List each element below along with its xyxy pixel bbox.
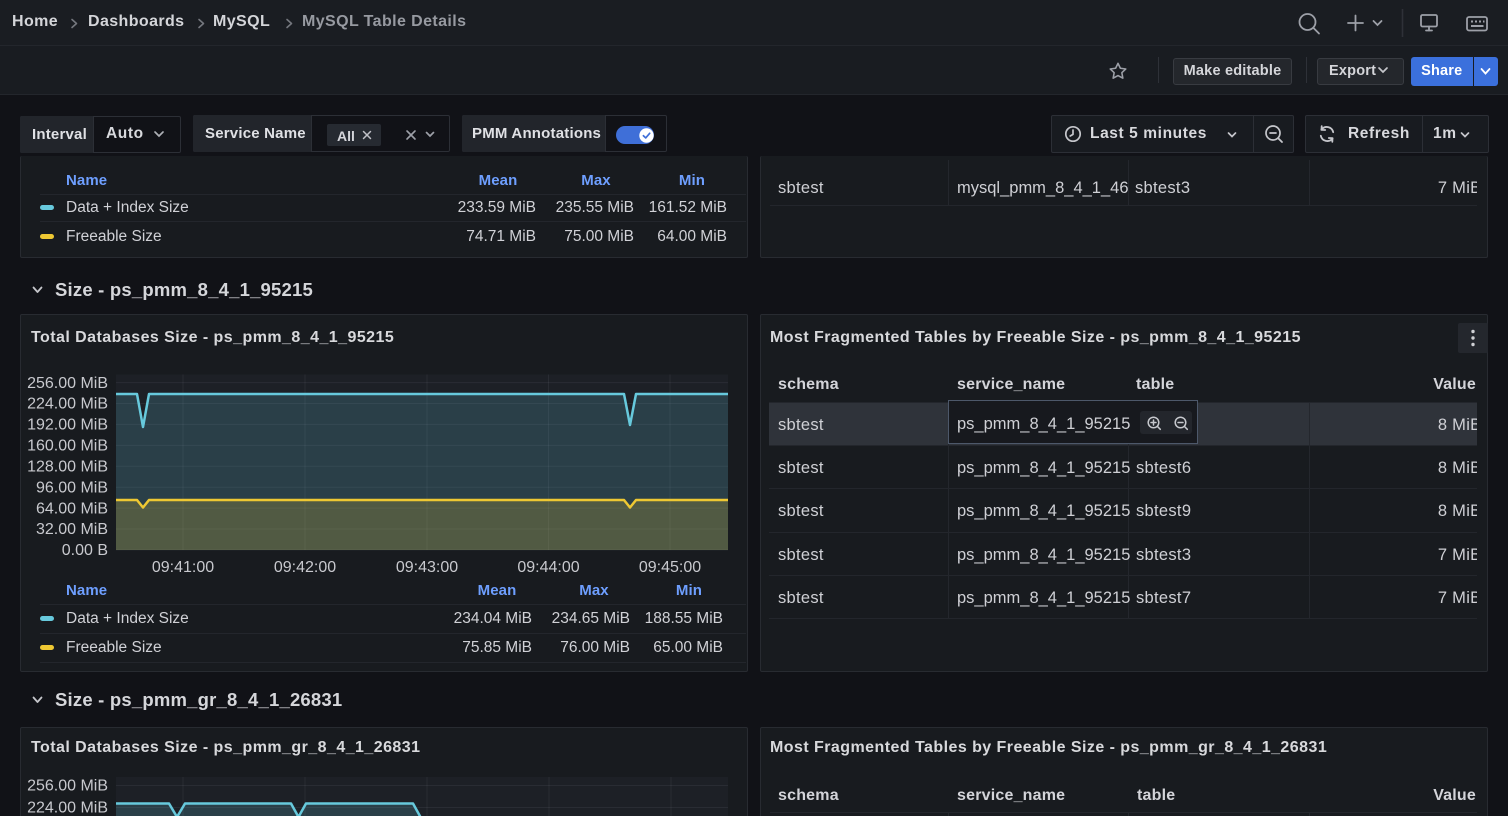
svg-text:160.00 MiB: 160.00 MiB	[27, 438, 108, 455]
svg-text:32.00 MiB: 32.00 MiB	[36, 521, 108, 538]
svg-text:09:41:00: 09:41:00	[152, 559, 214, 576]
svg-text:224.00 MiB: 224.00 MiB	[27, 396, 108, 413]
svg-text:09:45:00: 09:45:00	[639, 559, 701, 576]
svg-text:0.00 B: 0.00 B	[62, 542, 108, 559]
svg-text:224.00 MiB: 224.00 MiB	[27, 800, 108, 816]
svg-text:256.00 MiB: 256.00 MiB	[27, 375, 108, 392]
svg-text:09:43:00: 09:43:00	[396, 559, 458, 576]
svg-text:192.00 MiB: 192.00 MiB	[27, 417, 108, 434]
svg-text:128.00 MiB: 128.00 MiB	[27, 459, 108, 476]
svg-text:256.00 MiB: 256.00 MiB	[27, 778, 108, 795]
svg-text:64.00 MiB: 64.00 MiB	[36, 500, 108, 517]
svg-text:09:44:00: 09:44:00	[517, 559, 579, 576]
svg-text:09:42:00: 09:42:00	[274, 559, 336, 576]
svg-text:96.00 MiB: 96.00 MiB	[36, 479, 108, 496]
